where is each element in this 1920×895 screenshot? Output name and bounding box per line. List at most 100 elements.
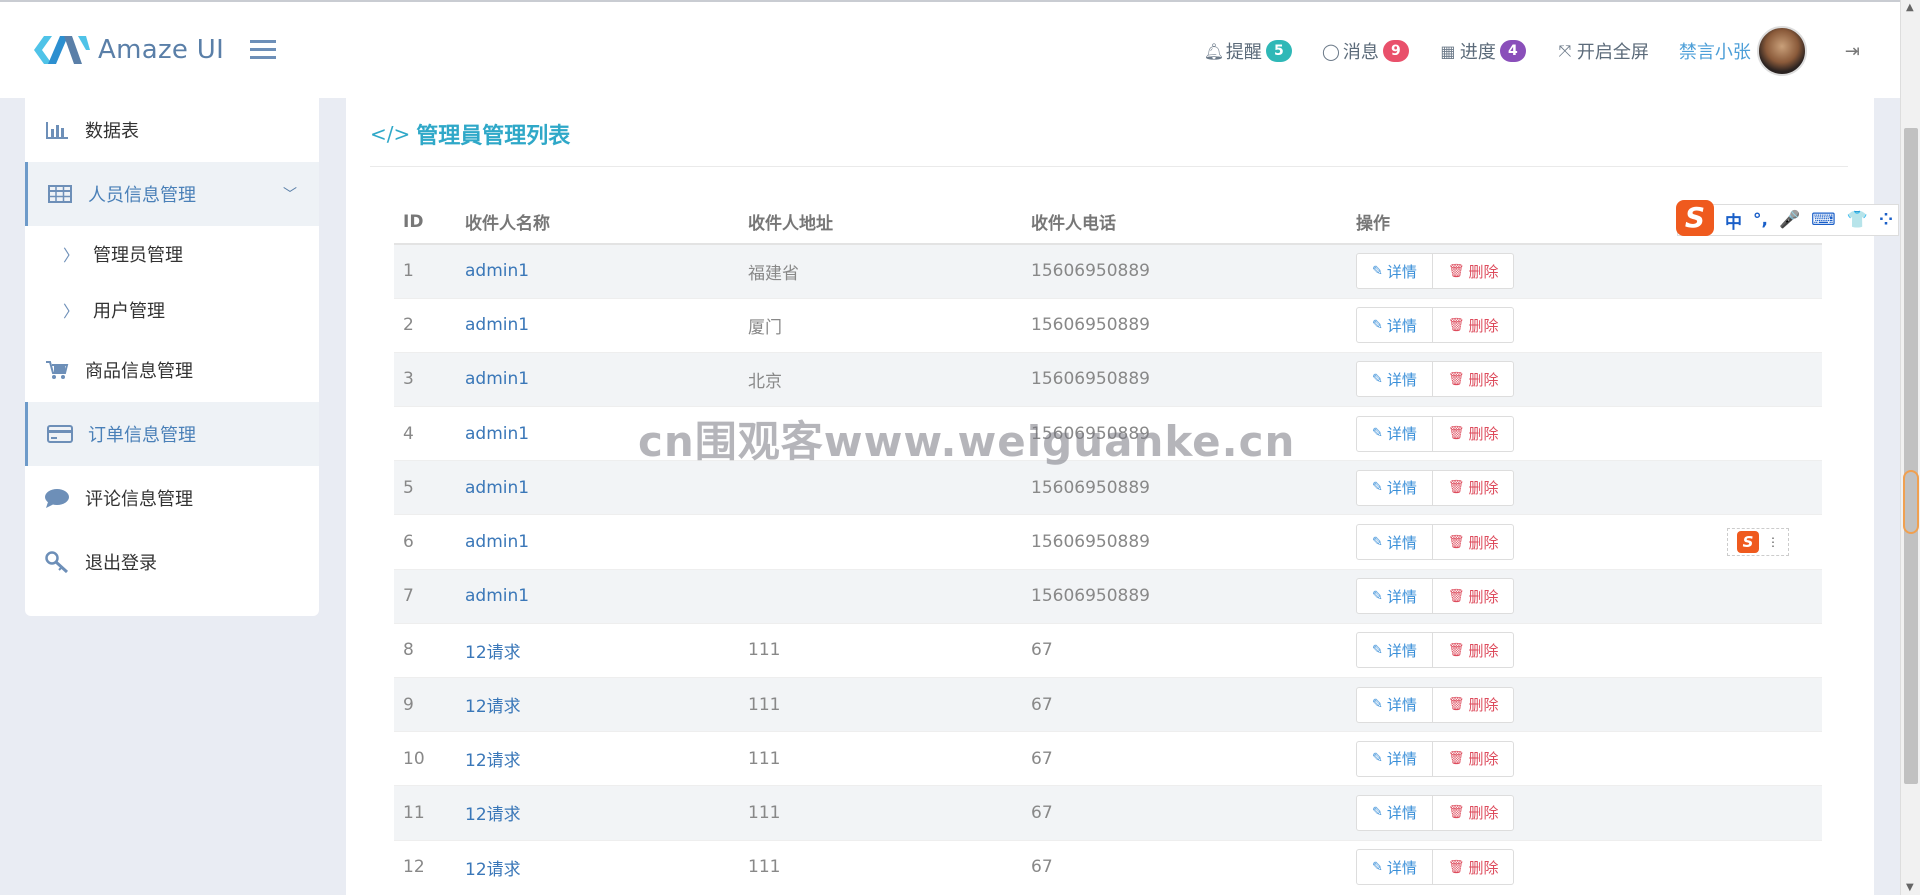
delete-button[interactable]: 🗑︎ 删除 <box>1432 740 1515 777</box>
sidebar-item-orders[interactable]: 订单信息管理 <box>25 402 319 466</box>
detail-button[interactable]: ✎ 详情 <box>1356 469 1433 506</box>
delete-button[interactable]: 🗑︎ 删除 <box>1432 415 1515 452</box>
delete-button[interactable]: 🗑︎ 删除 <box>1432 578 1515 615</box>
nav-reminders[interactable]: 🔔︎ 提醒 5 <box>1204 38 1292 64</box>
cell-name[interactable]: admin1 <box>456 568 739 624</box>
admin-table: ID 收件人名称 收件人地址 收件人电话 操作 1 admin1 福建省 156069… <box>394 200 1822 895</box>
sogou-logo-icon[interactable]: S <box>1676 200 1714 236</box>
cell-name[interactable]: admin1 <box>456 514 739 570</box>
delete-button-label: 删除 <box>1468 262 1499 281</box>
cell-address: 111 <box>739 676 1022 732</box>
detail-button-label: 详情 <box>1386 425 1417 444</box>
detail-button[interactable]: ✎ 详情 <box>1356 361 1433 398</box>
trash-icon: 🗑︎ <box>1447 534 1465 550</box>
detail-button[interactable]: ✎ 详情 <box>1356 794 1433 831</box>
cell-name[interactable]: 12请求 <box>456 622 739 678</box>
column-header-address: 收件人地址 <box>739 200 1022 245</box>
sidebar-item-data-table[interactable]: 数据表 <box>25 98 319 162</box>
delete-button[interactable]: 🗑︎ 删除 <box>1432 253 1515 290</box>
edit-icon: ✎ <box>1372 534 1383 550</box>
table-body: 1 admin1 福建省 15606950889 ✎ 详情 🗑︎ 删除 2 admin1 厦门 156… <box>394 243 1822 895</box>
keyboard-icon[interactable]: ⌨ <box>1811 210 1836 230</box>
cell-actions: ✎ 详情 🗑︎ 删除 <box>1347 785 1822 841</box>
nav-progress[interactable]: ▦ 进度 4 <box>1439 38 1526 64</box>
cell-name[interactable]: 12请求 <box>456 785 739 841</box>
sidebar-item-personnel[interactable]: 人员信息管理 ﹀ <box>25 162 319 226</box>
delete-button[interactable]: 🗑︎ 删除 <box>1432 524 1515 561</box>
cell-name[interactable]: admin1 <box>456 351 739 407</box>
detail-button[interactable]: ✎ 详情 <box>1356 307 1433 344</box>
sidebar-item-logout[interactable]: 退出登录 <box>25 530 319 594</box>
cart-icon <box>43 359 71 381</box>
detail-button[interactable]: ✎ 详情 <box>1356 578 1433 615</box>
delete-button-label: 删除 <box>1468 316 1499 335</box>
toolbox-icon[interactable]: ⁘ <box>1879 210 1893 230</box>
sogou-logo-icon[interactable]: S <box>1737 531 1759 553</box>
sidebar-item-label: 订单信息管理 <box>88 425 196 446</box>
column-header-name: 收件人名称 <box>456 200 739 245</box>
menu-toggle-icon[interactable] <box>250 40 276 62</box>
detail-button-label: 详情 <box>1386 262 1417 281</box>
delete-button-label: 删除 <box>1468 533 1499 552</box>
chevron-right-icon: 〉 <box>63 246 80 265</box>
detail-button[interactable]: ✎ 详情 <box>1356 632 1433 669</box>
delete-button[interactable]: 🗑︎ 删除 <box>1432 686 1515 723</box>
ime-punctuation-toggle[interactable]: °, <box>1753 210 1768 230</box>
detail-button[interactable]: ✎ 详情 <box>1356 849 1433 886</box>
delete-button-label: 删除 <box>1468 587 1499 606</box>
edit-icon: ✎ <box>1372 751 1383 767</box>
cell-name[interactable]: admin1 <box>456 243 739 299</box>
scroll-down-icon[interactable]: ▼ <box>1906 882 1914 893</box>
delete-button[interactable]: 🗑︎ 删除 <box>1432 849 1515 886</box>
detail-button[interactable]: ✎ 详情 <box>1356 686 1433 723</box>
nav-messages[interactable]: ◯ 消息 9 <box>1322 38 1409 64</box>
cell-actions: ✎ 详情 🗑︎ 删除 <box>1347 243 1822 299</box>
detail-button[interactable]: ✎ 详情 <box>1356 740 1433 777</box>
delete-button[interactable]: 🗑︎ 删除 <box>1432 469 1515 506</box>
detail-button[interactable]: ✎ 详情 <box>1356 253 1433 290</box>
messages-badge: 9 <box>1382 40 1409 62</box>
cell-id: 9 <box>394 676 456 732</box>
cell-name[interactable]: admin1 <box>456 297 739 353</box>
scrollbar-thumb[interactable] <box>1904 128 1918 784</box>
detail-button[interactable]: ✎ 详情 <box>1356 524 1433 561</box>
logo[interactable]: Amaze UI <box>34 32 224 68</box>
column-header-phone: 收件人电话 <box>1022 200 1347 245</box>
sidebar-item-label: 数据表 <box>85 121 139 142</box>
delete-button[interactable]: 🗑︎ 删除 <box>1432 361 1515 398</box>
cell-actions: ✎ 详情 🗑︎ 删除 <box>1347 406 1822 461</box>
ime-chinese-toggle[interactable]: 中 <box>1725 208 1742 233</box>
scroll-up-icon[interactable]: ▲ <box>1906 2 1914 13</box>
detail-button[interactable]: ✎ 详情 <box>1356 415 1433 452</box>
ime-expand-icon[interactable]: ⋮ <box>1767 535 1779 549</box>
delete-button-label: 删除 <box>1468 370 1499 389</box>
detail-button-label: 详情 <box>1386 750 1417 769</box>
delete-button[interactable]: 🗑︎ 删除 <box>1432 794 1515 831</box>
skin-icon[interactable]: 👕 <box>1847 210 1868 230</box>
sidebar-item-products[interactable]: 商品信息管理 <box>25 338 319 402</box>
cell-actions: ✎ 详情 🗑︎ 删除 <box>1347 731 1822 786</box>
avatar[interactable] <box>1756 26 1807 76</box>
cell-name[interactable]: 12请求 <box>456 676 739 732</box>
cell-name[interactable]: 12请求 <box>456 731 739 786</box>
user-name[interactable]: 禁言小张 <box>1679 38 1751 64</box>
sidebar-subitem-users[interactable]: 〉 用户管理 <box>25 282 319 338</box>
delete-button-label: 删除 <box>1468 479 1499 498</box>
logout-icon[interactable]: ⇥ <box>1845 41 1860 62</box>
cell-name[interactable]: 12请求 <box>456 839 739 895</box>
table-row: 6 admin1 15606950889 ✎ 详情 🗑︎ 删除 <box>394 514 1822 570</box>
cell-address: 111 <box>739 731 1022 786</box>
ime-mini-toolbar[interactable]: S ⋮ <box>1727 528 1789 556</box>
ime-toolbar[interactable]: S 中 °, 🎤 ⌨ 👕 ⁘ <box>1676 200 1899 236</box>
microphone-icon[interactable]: 🎤 <box>1779 210 1800 230</box>
edit-icon: ✎ <box>1372 371 1383 387</box>
delete-button[interactable]: 🗑︎ 删除 <box>1432 632 1515 669</box>
sidebar-item-label: 人员信息管理 <box>88 185 196 206</box>
sidebar-item-comments[interactable]: 评论信息管理 <box>25 466 319 530</box>
nav-fullscreen[interactable]: ⤧ 开启全屏 <box>1556 38 1649 64</box>
scrollbar[interactable]: ▲ ▼ <box>1900 0 1920 895</box>
header-nav: 🔔︎ 提醒 5 ◯ 消息 9 ▦ 进度 4 ⤧ 开启全屏 禁言小张 ⇥ <box>1175 2 1860 100</box>
delete-button[interactable]: 🗑︎ 删除 <box>1432 307 1515 344</box>
delete-button-label: 删除 <box>1468 425 1499 444</box>
sidebar-subitem-admin[interactable]: 〉 管理员管理 <box>25 226 319 282</box>
